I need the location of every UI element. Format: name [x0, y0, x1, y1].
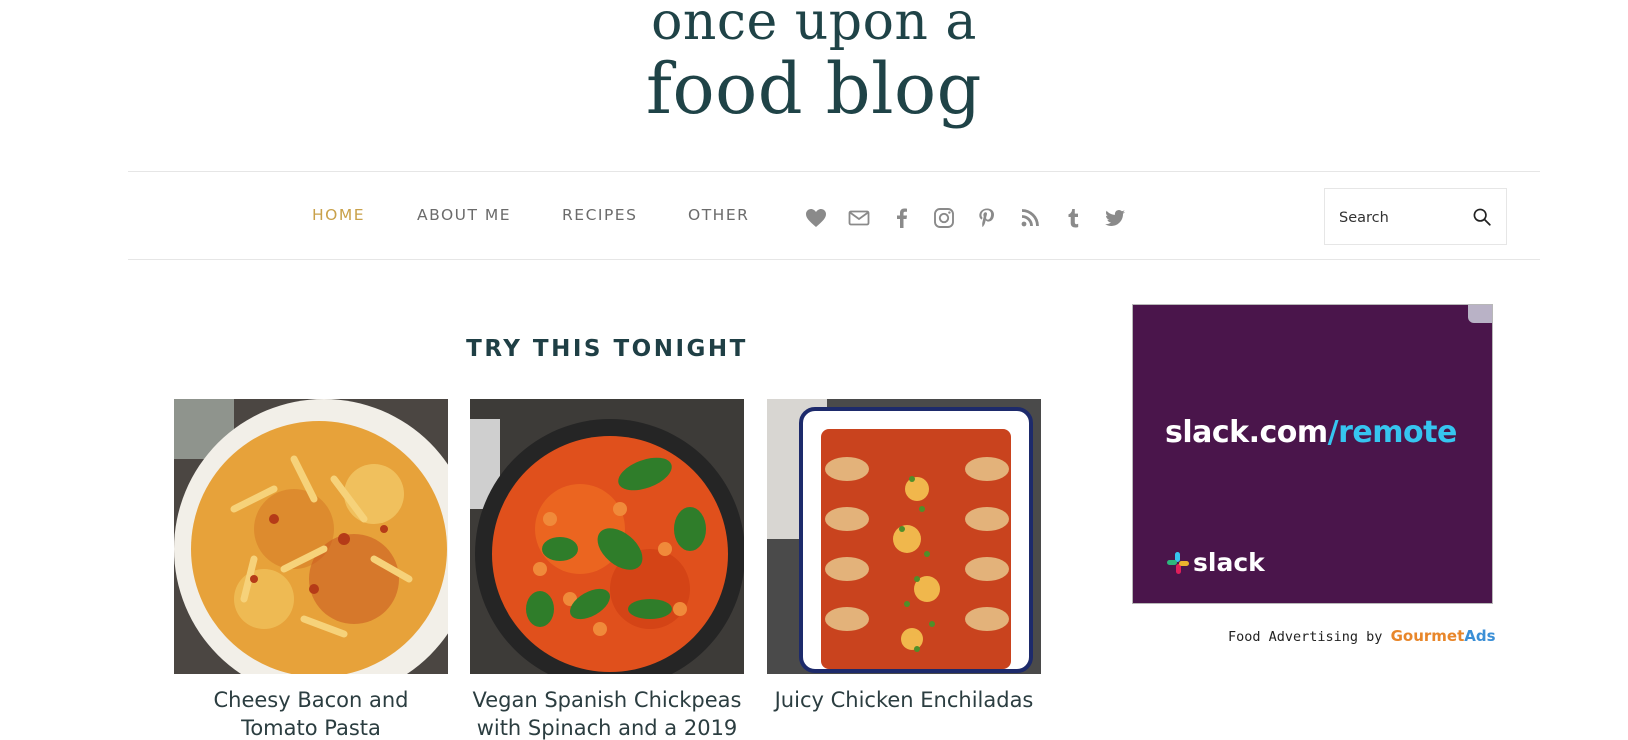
recipe-image-pasta[interactable]	[174, 399, 448, 674]
ad-credit-text: Food Advertising by	[1228, 629, 1383, 645]
pinterest-icon[interactable]	[975, 206, 999, 230]
tumblr-icon[interactable]	[1061, 206, 1085, 230]
logo-line-1: once upon a	[651, 0, 977, 52]
rss-icon[interactable]	[1018, 206, 1042, 230]
ad-brand-name: slack	[1193, 548, 1265, 577]
recipe-title[interactable]: Juicy Chicken Enchiladas	[767, 686, 1041, 714]
section-title: TRY THIS TONIGHT	[466, 336, 748, 362]
nav-item-about-me[interactable]: ABOUT ME	[417, 206, 511, 224]
ad-headline: slack.com/remote	[1165, 415, 1457, 450]
ad-choices-icon[interactable]	[1468, 305, 1492, 323]
email-icon[interactable]	[847, 206, 871, 230]
recipe-card[interactable]: Vegan Spanish Chickpeas with Spinach and…	[470, 399, 744, 740]
nav-item-recipes[interactable]: RECIPES	[562, 206, 637, 224]
search-input[interactable]	[1337, 203, 1471, 233]
search-icon[interactable]	[1471, 206, 1493, 228]
nav-item-other[interactable]: OTHER	[688, 206, 749, 224]
logo-line-2: food blog	[646, 48, 982, 130]
recipe-title[interactable]: Cheesy Bacon and Tomato Pasta	[174, 686, 448, 740]
twitter-icon[interactable]	[1103, 206, 1127, 230]
ad-url-main: slack.com	[1165, 415, 1328, 450]
recipe-card[interactable]: Juicy Chicken Enchiladas	[767, 399, 1041, 714]
main-navigation: HOME ABOUT ME RECIPES OTHER	[128, 171, 1540, 260]
recipe-title[interactable]: Vegan Spanish Chickpeas with Spinach and…	[470, 686, 744, 740]
ad-brand: slack	[1165, 548, 1265, 578]
page: once upon a food blog HOME ABOUT ME RECI…	[0, 0, 1628, 740]
instagram-icon[interactable]	[932, 206, 956, 230]
facebook-icon[interactable]	[890, 206, 914, 230]
gourmet-ads-logo[interactable]: GourmetAds	[1391, 627, 1496, 645]
recipe-image-chickpeas[interactable]	[470, 399, 744, 674]
heart-icon[interactable]	[804, 206, 828, 230]
recipe-card[interactable]: Cheesy Bacon and Tomato Pasta	[174, 399, 448, 740]
gourmet-ads-logo-part2: Ads	[1464, 627, 1496, 645]
ad-credit: Food Advertising by GourmetAds	[1228, 627, 1496, 645]
recipe-image-enchiladas[interactable]	[767, 399, 1041, 674]
search-box	[1324, 188, 1507, 245]
slack-logo-icon	[1167, 551, 1189, 574]
ad-url-accent: /remote	[1327, 415, 1458, 450]
nav-item-home[interactable]: HOME	[312, 206, 365, 224]
gourmet-ads-logo-part1: Gourmet	[1390, 627, 1465, 645]
advertisement-banner[interactable]: slack.com/remote slack	[1132, 304, 1493, 604]
